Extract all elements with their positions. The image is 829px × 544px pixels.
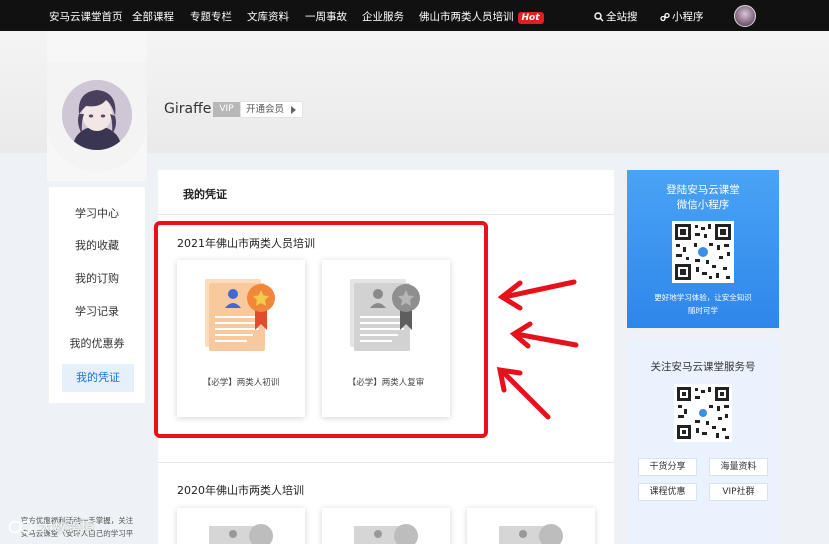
nav-library[interactable]: 文库资料 [247, 9, 289, 24]
watermark-logo-icon [8, 520, 33, 534]
sidebar-item-favorites[interactable]: 我的收藏 [49, 232, 145, 260]
vip-badge: VIP [213, 102, 240, 117]
user-avatar-small[interactable] [734, 5, 756, 27]
nav-foshan-training[interactable]: 佛山市两类人员培训 Hot [419, 9, 544, 24]
sidebar: 学习中心 我的收藏 我的订购 学习记录 我的优惠券 我的凭证 [49, 187, 145, 403]
certificate-gray-icon [209, 524, 273, 544]
page-title: 我的凭证 [183, 188, 227, 201]
sidebar-item-orders[interactable]: 我的订购 [49, 265, 145, 293]
sidebar-item-certificates[interactable]: 我的凭证 [62, 364, 134, 392]
miniprogram-title-line2: 微信小程序 [676, 199, 730, 211]
tag-resources[interactable]: 海量资料 [709, 458, 768, 476]
nav-topics[interactable]: 专题专栏 [190, 9, 232, 24]
miniprogram-desc: 更好地学习体验，让安全知识 随时可学 [627, 291, 779, 317]
section-title-2020: 2020年佛山市两类人培训 [177, 484, 304, 497]
search-link[interactable]: 全站搜 [594, 9, 638, 24]
tag-course-discount[interactable]: 课程优惠 [638, 483, 697, 501]
miniprogram-desc-line1: 更好地学习体验，让安全知识 [654, 293, 752, 302]
annotation-arrows [496, 279, 579, 420]
service-account-card: 关注安马云课堂服务号 干货分享 海量资料 课程优惠 VIP社群 [627, 341, 779, 544]
service-account-title: 关注安马云课堂服务号 [650, 361, 756, 373]
nav-enterprise[interactable]: 企业服务 [362, 9, 404, 24]
certificate-card[interactable] [177, 508, 305, 544]
miniprogram-label: 小程序 [672, 11, 704, 23]
annotation-highlight-box [154, 221, 488, 438]
avatar[interactable] [62, 80, 132, 150]
divider [158, 462, 614, 463]
search-icon [594, 12, 604, 22]
miniprogram-title: 登陆安马云课堂 微信小程序 [627, 183, 779, 213]
username: Giraffe [164, 101, 212, 117]
nav-home[interactable]: 安马云课堂首页 [49, 9, 123, 24]
watermark: 大数跨境 [8, 517, 94, 537]
sidebar-item-coupons[interactable]: 我的优惠券 [49, 330, 145, 358]
sidebar-item-history[interactable]: 学习记录 [49, 298, 145, 326]
service-account-qr-code [674, 384, 732, 442]
miniprogram-link[interactable]: 小程序 [660, 9, 704, 24]
watermark-text: 大数跨境 [38, 520, 95, 536]
certificate-gray-icon [354, 524, 418, 544]
nav-all-courses[interactable]: 全部课程 [132, 9, 174, 24]
avatar-illustration [62, 80, 132, 150]
miniprogram-desc-line2: 随时可学 [688, 306, 718, 315]
search-label: 全站搜 [606, 11, 638, 23]
open-vip-button[interactable]: 开通会员 [240, 101, 304, 118]
sidebar-item-learning-center[interactable]: 学习中心 [49, 200, 145, 228]
hot-badge: Hot [517, 12, 544, 24]
miniprogram-qr-code [672, 221, 734, 283]
divider [158, 214, 614, 215]
nav-weekly-accidents[interactable]: 一周事故 [305, 9, 347, 24]
tag-vip-community[interactable]: VIP社群 [709, 483, 768, 501]
miniprogram-title-line1: 登陆安马云课堂 [666, 184, 740, 196]
miniprogram-promo-card: 登陆安马云课堂 微信小程序 更好地学习体验，让安全知识 随时可学 [627, 170, 779, 328]
open-vip-label: 开通会员 [246, 104, 285, 115]
certificate-card[interactable] [322, 508, 450, 544]
certificate-gray-icon [499, 524, 563, 544]
top-nav: 安马云课堂首页 全部课程 专题专栏 文库资料 一周事故 企业服务 佛山市两类人员… [0, 0, 829, 31]
tag-dry-goods[interactable]: 干货分享 [638, 458, 697, 476]
certificate-card[interactable] [467, 508, 595, 544]
caret-right-icon [291, 106, 297, 114]
nav-foshan-training-label: 佛山市两类人员培训 [419, 11, 514, 23]
miniprogram-icon [660, 12, 670, 22]
